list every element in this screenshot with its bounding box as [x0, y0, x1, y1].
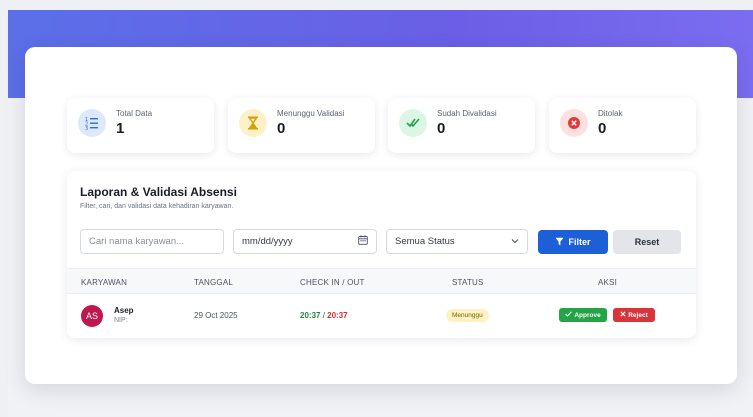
stat-label: Ditolak	[598, 109, 623, 118]
filter-icon	[555, 237, 564, 248]
employee-nip: NIP:	[114, 317, 128, 324]
stat-validated: Sudah Divalidasi 0	[388, 98, 535, 153]
filter-button[interactable]: Filter	[538, 230, 608, 254]
stat-label: Menunggu Validasi	[277, 109, 345, 118]
report-title: Laporan & Validasi Absensi	[80, 185, 237, 199]
column-header-actions: AKSI	[598, 278, 618, 287]
search-placeholder: Cari nama karyawan...	[89, 236, 185, 247]
close-icon	[620, 311, 626, 319]
column-header-status: STATUS	[452, 278, 484, 287]
attendance-report-panel: Laporan & Validasi Absensi Filter, cari,…	[67, 171, 696, 338]
stat-total-data: 1 2 3 Total Data 1	[67, 98, 214, 153]
attendance-date: 29 Oct 2025	[194, 311, 238, 320]
approve-button[interactable]: Approve	[559, 308, 607, 322]
table-header: KARYAWAN TANGGAL CHECK IN / OUT STATUS A…	[67, 268, 696, 294]
reject-button-label: Reject	[628, 311, 648, 319]
stat-value: 0	[277, 120, 286, 137]
reject-button[interactable]: Reject	[613, 308, 655, 322]
date-input[interactable]: mm/dd/yyyy	[233, 229, 377, 254]
check-icon	[565, 311, 573, 319]
column-header-date: TANGGAL	[194, 278, 234, 287]
double-check-icon	[399, 109, 427, 137]
table-row: AS Asep NIP: 29 Oct 2025 20:37 / 20:37 M…	[67, 295, 696, 335]
check-in-time: 20:37	[300, 311, 321, 320]
hourglass-icon	[239, 109, 267, 137]
status-badge-label: Menunggu	[452, 312, 483, 319]
svg-text:3: 3	[85, 126, 88, 130]
report-subtitle: Filter, cari, dan validasi data kehadira…	[80, 203, 234, 210]
list-icon: 1 2 3	[78, 109, 106, 137]
stat-value: 0	[437, 120, 446, 137]
stats-row: 1 2 3 Total Data 1 Menunggu Validasi 0 S…	[67, 98, 696, 153]
column-header-employee: KARYAWAN	[81, 278, 128, 287]
chevron-down-icon	[511, 236, 519, 247]
check-out-time: 20:37	[327, 311, 348, 320]
stat-value: 0	[598, 120, 607, 137]
approve-button-label: Approve	[574, 311, 601, 319]
filter-button-label: Filter	[568, 237, 591, 247]
status-badge: Menunggu	[446, 309, 489, 322]
search-input[interactable]: Cari nama karyawan...	[80, 229, 224, 254]
avatar-initials: AS	[85, 311, 98, 321]
column-header-check-in-out: CHECK IN / OUT	[300, 278, 365, 287]
reset-button[interactable]: Reset	[613, 230, 681, 254]
stat-label: Total Data	[116, 109, 153, 118]
check-in-out: 20:37 / 20:37	[300, 311, 348, 320]
stat-value: 1	[116, 120, 125, 137]
status-select[interactable]: Semua Status	[386, 229, 528, 254]
date-placeholder: mm/dd/yyyy	[242, 236, 293, 247]
stat-waiting-validation: Menunggu Validasi 0	[228, 98, 375, 153]
stat-label: Sudah Divalidasi	[437, 109, 497, 118]
stat-rejected: Ditolak 0	[549, 98, 696, 153]
reset-button-label: Reset	[634, 237, 660, 247]
status-select-value: Semua Status	[395, 236, 455, 247]
employee-name: Asep	[114, 306, 134, 315]
calendar-icon[interactable]	[358, 235, 368, 248]
x-circle-icon	[560, 109, 588, 137]
avatar: AS	[81, 305, 103, 327]
